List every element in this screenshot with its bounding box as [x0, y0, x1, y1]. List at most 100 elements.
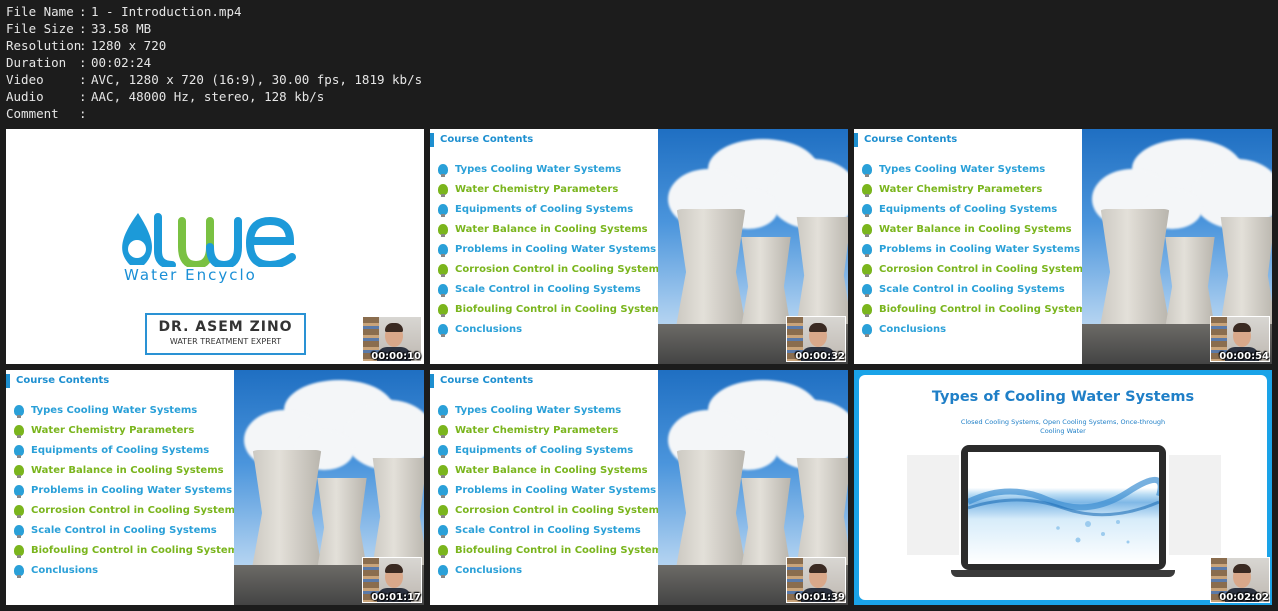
lightbulb-icon	[862, 223, 872, 237]
lightbulb-icon	[14, 424, 24, 438]
contents-item-label: Scale Control in Cooling Systems	[31, 525, 217, 537]
lightbulb-icon	[438, 464, 448, 478]
slide-title: Course Contents	[6, 374, 110, 388]
meta-value: 33.58 MB	[91, 21, 152, 36]
lightbulb-icon	[862, 304, 872, 318]
meta-value: 1280 x 720	[91, 38, 167, 53]
slide-title: Types of Cooling Water Systems	[931, 389, 1195, 405]
thumbnail-contents-1[interactable]: Course Contents Types Cooling Water Syste…	[430, 129, 848, 364]
contents-list: Types Cooling Water Systems Water Chemist…	[438, 400, 668, 581]
contents-item: Problems in Cooling Water Systems	[862, 239, 1092, 259]
timestamp: 00:00:54	[1219, 351, 1269, 362]
contents-item-label: Biofouling Control in Cooling Systems	[455, 545, 669, 557]
water-encyclo-logo-icon	[122, 213, 296, 267]
contents-item-label: Types Cooling Water Systems	[455, 163, 622, 175]
thumbnail-contents-2[interactable]: Course Contents Types Cooling Water Syste…	[854, 129, 1272, 364]
contents-list: Types Cooling Water Systems Water Chemist…	[14, 400, 244, 581]
contents-item-label: Problems in Cooling Water Systems	[455, 484, 657, 496]
lightbulb-icon	[14, 404, 24, 418]
meta-row: Resolution:1280 x 720	[6, 37, 422, 54]
meta-separator: :	[79, 106, 87, 121]
meta-separator: :	[79, 72, 87, 87]
meta-value: AVC, 1280 x 720 (16:9), 30.00 fps, 1819 …	[91, 72, 423, 87]
contents-item-label: Problems in Cooling Water Systems	[455, 243, 657, 255]
lightbulb-icon	[438, 545, 448, 559]
lightbulb-icon	[438, 444, 448, 458]
contents-item-label: Conclusions	[455, 565, 523, 577]
lightbulb-icon	[862, 163, 872, 177]
meta-key: Comment	[6, 106, 59, 121]
contents-item: Water Chemistry Parameters	[438, 179, 668, 199]
contents-item-label: Equipments of Cooling Systems	[31, 444, 210, 456]
contents-item-label: Scale Control in Cooling Systems	[455, 525, 641, 537]
contents-item: Conclusions	[862, 320, 1092, 340]
slide-title: Course Contents	[854, 133, 958, 147]
contents-item: Water Balance in Cooling Systems	[862, 219, 1092, 239]
lightbulb-icon	[438, 404, 448, 418]
slide-types: Types of Cooling Water Systems Closed Co…	[859, 375, 1267, 600]
contents-item: Corrosion Control in Cooling Systems	[14, 500, 244, 520]
lightbulb-icon	[438, 424, 448, 438]
thumbnail-types[interactable]: Types of Cooling Water Systems Closed Co…	[854, 370, 1272, 605]
contents-item-label: Water Chemistry Parameters	[455, 183, 619, 195]
meta-row: File Name:1 - Introduction.mp4	[6, 3, 422, 20]
meta-key: Video	[6, 72, 44, 87]
lightbulb-icon	[438, 223, 448, 237]
contents-item-label: Conclusions	[879, 324, 947, 336]
slide-title: Course Contents	[430, 133, 534, 147]
contents-item: Water Balance in Cooling Systems	[14, 460, 244, 480]
contents-item: Equipments of Cooling Systems	[438, 440, 668, 460]
contents-item: Water Balance in Cooling Systems	[438, 460, 668, 480]
lightbulb-icon	[438, 304, 448, 318]
meta-key: Resolution	[6, 38, 82, 53]
contents-item-label: Corrosion Control in Cooling Systems	[455, 505, 665, 517]
contents-item-label: Corrosion Control in Cooling Systems	[879, 264, 1089, 276]
timestamp: 00:00:10	[371, 351, 421, 362]
slide-subtitle: Closed Cooling Systems, Open Cooling Sys…	[960, 418, 1166, 435]
timestamp: 00:00:32	[795, 351, 845, 362]
thumbnail-contents-3[interactable]: Course Contents Types Cooling Water Syste…	[6, 370, 424, 605]
lightbulb-icon	[438, 243, 448, 257]
contents-item-label: Conclusions	[455, 324, 523, 336]
lightbulb-icon	[14, 565, 24, 579]
thumbnail-intro[interactable]: Water Encyclo DR. ASEM ZINO WATER TREATM…	[6, 129, 424, 364]
contents-item: Conclusions	[438, 320, 668, 340]
contents-item: Equipments of Cooling Systems	[438, 199, 668, 219]
contents-item: Equipments of Cooling Systems	[14, 440, 244, 460]
meta-value: 1 - Introduction.mp4	[91, 4, 242, 19]
contents-item-label: Types Cooling Water Systems	[455, 404, 622, 416]
contents-list: Types Cooling Water Systems Water Chemist…	[862, 159, 1092, 340]
lightbulb-icon	[438, 183, 448, 197]
lightbulb-icon	[438, 264, 448, 278]
contents-item: Scale Control in Cooling Systems	[438, 280, 668, 300]
laptop-icon	[961, 445, 1166, 570]
laptop-base	[951, 570, 1175, 577]
meta-separator: :	[79, 4, 87, 19]
lightbulb-icon	[438, 525, 448, 539]
contents-item: Types Cooling Water Systems	[862, 159, 1092, 179]
lightbulb-icon	[438, 505, 448, 519]
thumbnail-contents-4[interactable]: Course Contents Types Cooling Water Syste…	[430, 370, 848, 605]
lightbulb-icon	[438, 203, 448, 217]
lightbulb-icon	[14, 505, 24, 519]
meta-key: Duration	[6, 55, 67, 70]
file-metadata: File Name:1 - Introduction.mp4 File Size:…	[6, 3, 422, 122]
lightbulb-icon	[438, 565, 448, 579]
presenter-namebox: DR. ASEM ZINO WATER TREATMENT EXPERT	[145, 313, 306, 355]
meta-row: Audio: AAC, 48000 Hz, stereo, 128 kb/s	[6, 88, 422, 105]
meta-separator: :	[79, 21, 87, 36]
timestamp: 00:02:02	[1219, 592, 1269, 603]
lightbulb-icon	[862, 324, 872, 338]
contents-item-label: Corrosion Control in Cooling Systems	[455, 264, 665, 276]
contents-item-label: Scale Control in Cooling Systems	[455, 284, 641, 296]
contents-item: Scale Control in Cooling Systems	[14, 521, 244, 541]
contents-item: Water Chemistry Parameters	[862, 179, 1092, 199]
contents-item: Problems in Cooling Water Systems	[438, 239, 668, 259]
meta-row: Duration:00:02:24	[6, 54, 422, 71]
contents-item-label: Water Chemistry Parameters	[879, 183, 1043, 195]
lightbulb-icon	[14, 525, 24, 539]
lightbulb-icon	[438, 324, 448, 338]
contents-item-label: Water Balance in Cooling Systems	[879, 223, 1072, 235]
lightbulb-icon	[438, 484, 448, 498]
contents-item: Types Cooling Water Systems	[438, 159, 668, 179]
